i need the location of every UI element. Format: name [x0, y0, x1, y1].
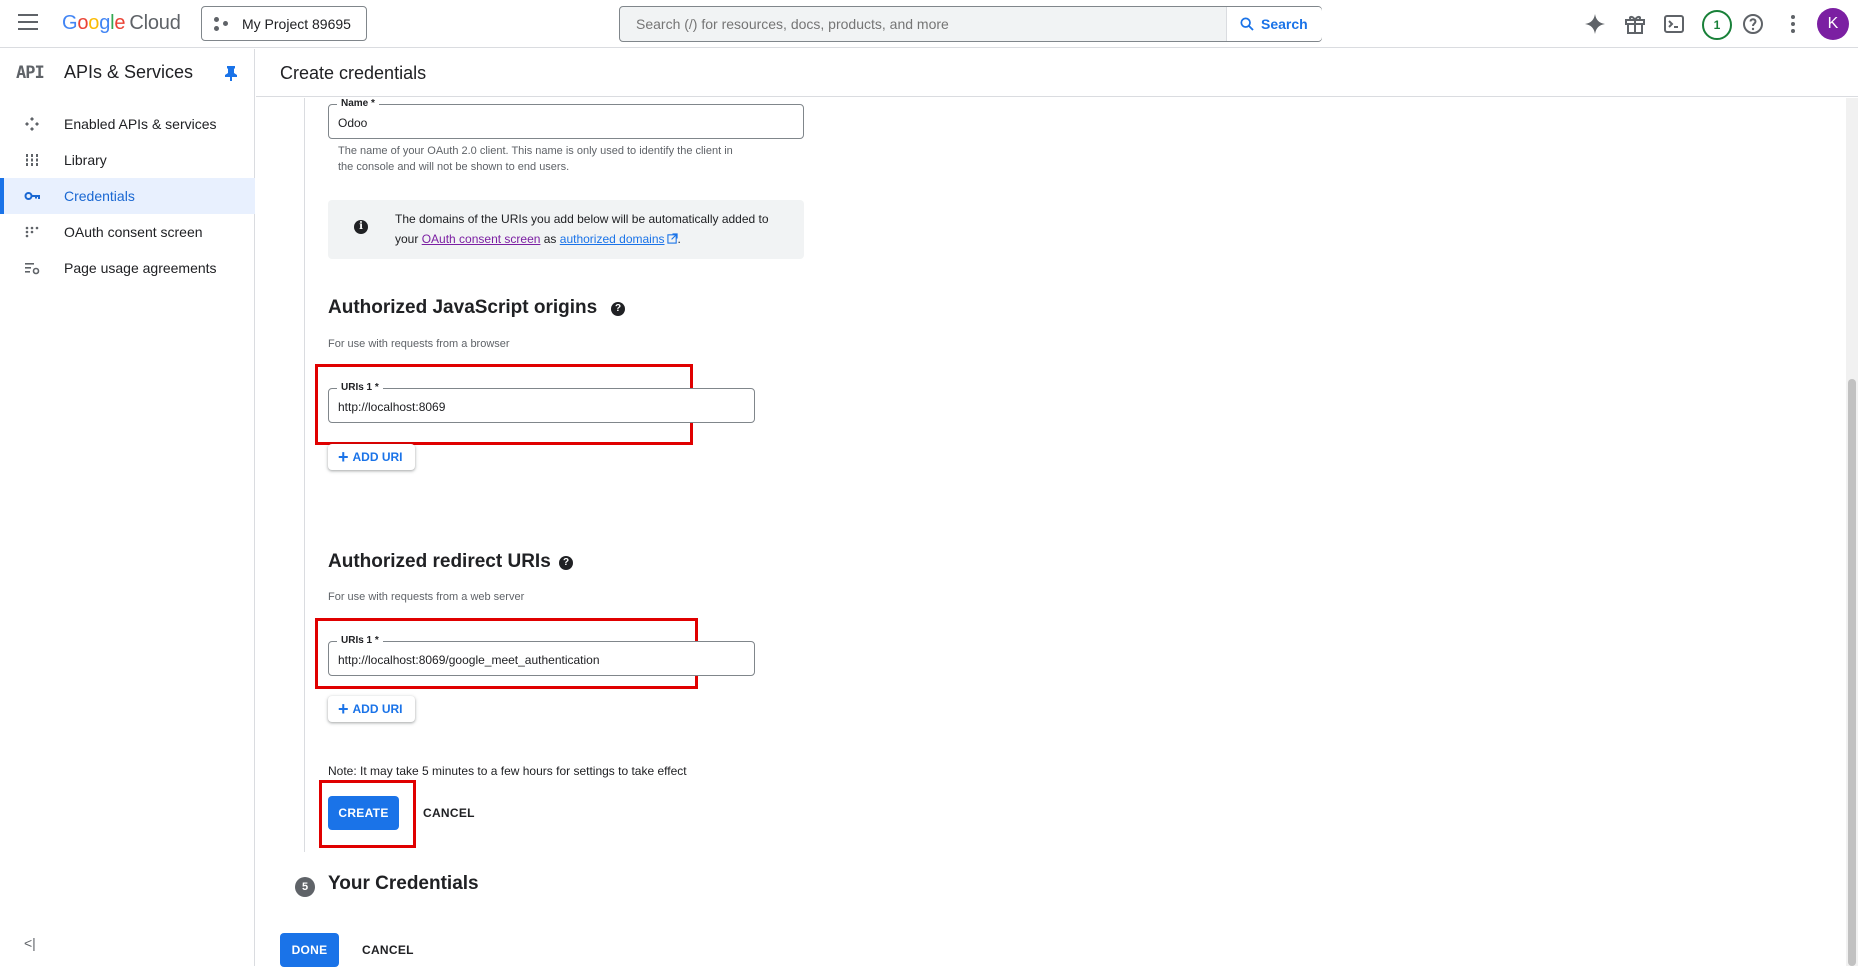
add-redirect-uri-button[interactable]: + ADD URI [328, 696, 415, 722]
scrollbar-thumb[interactable] [1848, 379, 1856, 966]
key-icon [24, 192, 40, 200]
sidebar-item-enabled-apis[interactable]: Enabled APIs & services [0, 106, 255, 142]
search-bar: Search [619, 6, 1322, 42]
name-hint-line-2: the console and will not be shown to end… [338, 161, 570, 173]
js-origin-uri-label: URIs 1 * [337, 382, 383, 393]
project-picker-button[interactable]: My Project 89695 [201, 6, 367, 41]
name-field-label: Name * [337, 98, 379, 109]
top-app-bar: GoogleCloud My Project 89695 Search 1 K [0, 0, 1858, 48]
js-origins-help-icon[interactable]: ? [611, 302, 625, 316]
sidebar-item-page-usage[interactable]: Page usage agreements [0, 250, 255, 286]
sidebar: API APIs & Services Enabled APIs & servi… [0, 49, 255, 966]
settings-list-icon [25, 263, 40, 275]
account-avatar[interactable]: K [1817, 8, 1849, 40]
done-button[interactable]: DONE [280, 933, 339, 967]
add-js-origin-uri-button[interactable]: + ADD URI [328, 444, 415, 470]
settings-delay-note: Note: It may take 5 minutes to a few hou… [328, 764, 687, 778]
apis-diamond-icon [25, 117, 39, 131]
sidebar-item-library[interactable]: Library [0, 142, 255, 178]
search-input[interactable] [620, 7, 1226, 41]
redirect-uris-help-icon[interactable]: ? [559, 556, 573, 570]
js-origin-uri-value: http://localhost:8069 [338, 400, 446, 414]
js-origins-title: Authorized JavaScript origins [328, 297, 598, 318]
redirect-uri-value: http://localhost:8069/google_meet_authen… [338, 653, 600, 667]
project-hub-icon [214, 16, 230, 31]
main-content: Name * Odoo The name of your OAuth 2.0 c… [256, 98, 1846, 967]
stepper-line [304, 98, 305, 852]
name-field-value: Odoo [338, 116, 368, 130]
plus-icon: + [338, 699, 349, 719]
oauth-consent-screen-link[interactable]: OAuth consent screen [422, 232, 541, 246]
cloud-shell-terminal-icon[interactable] [1662, 12, 1686, 36]
hamburger-menu-icon[interactable] [18, 14, 38, 32]
help-icon[interactable] [1741, 12, 1765, 36]
consent-dots-icon [25, 226, 39, 238]
cancel-footer-button[interactable]: CANCEL [362, 943, 414, 957]
project-name: My Project 89695 [242, 15, 351, 32]
create-button[interactable]: CREATE [328, 796, 399, 830]
external-link-icon [666, 233, 678, 244]
search-button[interactable]: Search [1226, 7, 1322, 41]
page-header: Create credentials [256, 49, 1858, 97]
page-title: Create credentials [280, 63, 427, 83]
name-field[interactable]: Name * Odoo [328, 98, 804, 139]
sidebar-item-credentials[interactable]: Credentials [0, 178, 255, 214]
google-cloud-logo[interactable]: Google Cloud [62, 12, 181, 35]
redirect-uri-field[interactable]: URIs 1 * http://localhost:8069/google_me… [328, 635, 755, 676]
domains-info-text: The domains of the URIs you add below wi… [395, 212, 769, 246]
gemini-sparkle-icon[interactable] [1583, 12, 1607, 36]
more-vert-icon[interactable] [1781, 12, 1805, 36]
pin-icon[interactable] [224, 65, 238, 81]
info-icon: i [354, 220, 368, 234]
step-number-badge: 5 [295, 877, 315, 897]
js-origin-uri-field[interactable]: URIs 1 * http://localhost:8069 [328, 382, 755, 423]
collapse-sidebar-icon[interactable]: <| [24, 935, 36, 951]
sidebar-title: APIs & Services [64, 62, 194, 82]
plus-icon: + [338, 447, 349, 467]
js-origins-subtitle: For use with requests from a browser [328, 338, 510, 350]
authorized-domains-link[interactable]: authorized domains [560, 232, 665, 246]
name-hint-line-1: The name of your OAuth 2.0 client. This … [338, 145, 733, 157]
sidebar-header: API APIs & Services [0, 49, 255, 97]
domains-info-box: i The domains of the URIs you add below … [328, 200, 804, 259]
api-logo-icon: API [16, 63, 45, 83]
library-grid-icon [25, 154, 39, 166]
redirect-uri-label: URIs 1 * [337, 635, 383, 646]
search-icon [1240, 17, 1254, 31]
redirect-uris-title: Authorized redirect URIs [328, 551, 551, 572]
vertical-scrollbar[interactable] [1846, 98, 1858, 966]
notifications-badge[interactable]: 1 [1702, 10, 1732, 40]
cancel-form-button[interactable]: CANCEL [423, 806, 475, 820]
sidebar-item-oauth-consent[interactable]: OAuth consent screen [0, 214, 255, 250]
your-credentials-title: Your Credentials [328, 873, 479, 894]
gift-icon[interactable] [1623, 12, 1647, 36]
redirect-uris-subtitle: For use with requests from a web server [328, 591, 525, 603]
